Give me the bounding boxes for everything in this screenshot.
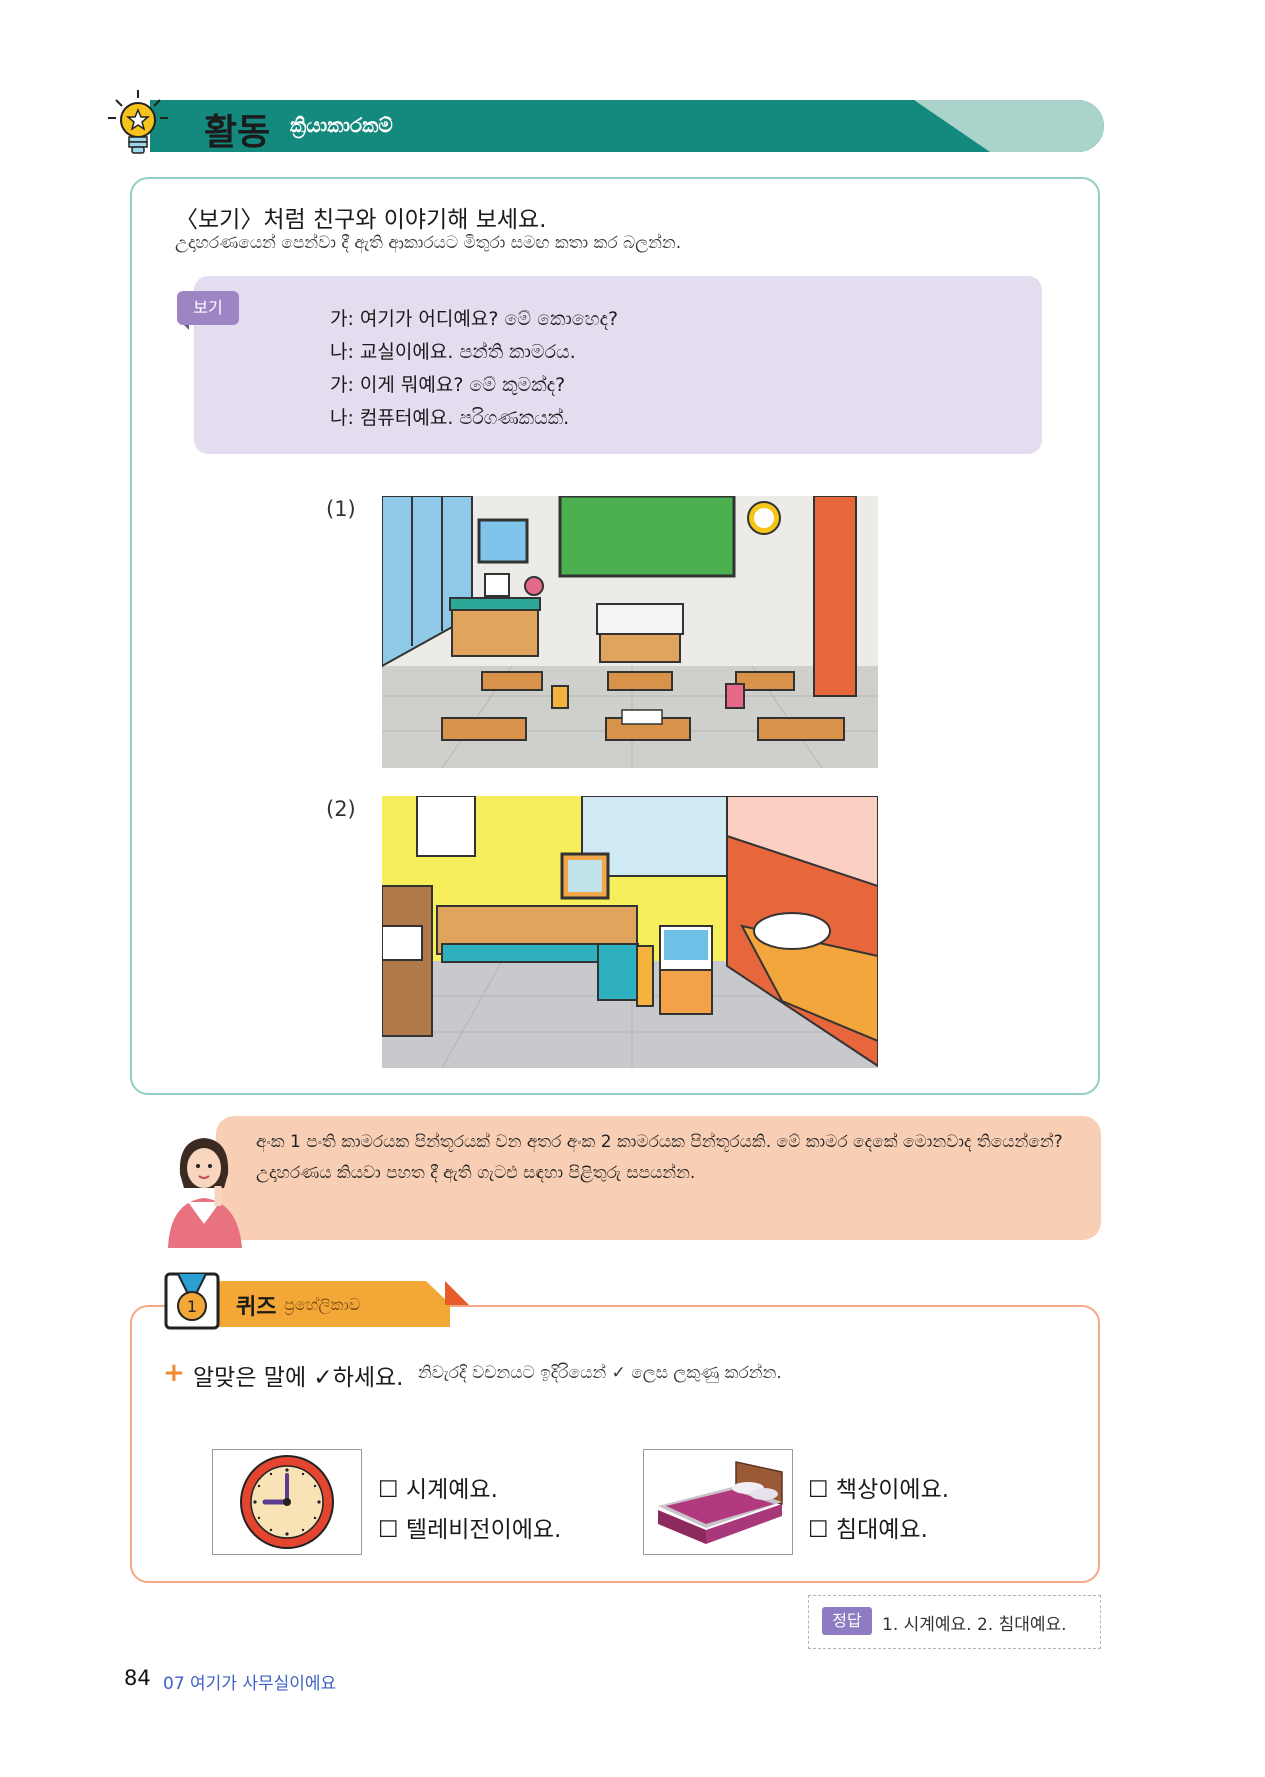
activity-title-translation: ක්‍රියාකාරකම් (290, 113, 393, 137)
activity-instruction: 〈보기〉처럼 친구와 이야기해 보세요. (175, 207, 547, 233)
quiz-image-clock (212, 1449, 362, 1555)
activity-title: 활동 (204, 112, 271, 153)
bed-icon (658, 1461, 783, 1544)
teacher-avatar (168, 1138, 242, 1248)
quiz-option-desk[interactable]: ☐ 책상이에요. (808, 1470, 949, 1504)
example-line: 나: 교실이에요. පන්ති කාමරය. (330, 341, 576, 363)
example-badge: 보기 (177, 291, 239, 325)
medal-icon: 1 (164, 1272, 220, 1330)
chapter-title: 07 여기가 사무실이에요 (163, 1674, 337, 1694)
lightbulb-icon (108, 90, 168, 154)
quiz-title-translation: ප්‍රහේලිකාව (284, 1295, 361, 1314)
plus-icon: + (163, 1358, 185, 1388)
example-line: 가: 여기가 어디예요? මේ කොහෙද? (330, 308, 619, 330)
page-number: 84 (124, 1666, 151, 1690)
example-line: 가: 이게 뭐예요? මේ කුමක්ද? (330, 374, 566, 396)
clock-icon (240, 1455, 334, 1549)
quiz-option-clock[interactable]: ☐ 시계예요. (378, 1470, 498, 1504)
quiz-instruction-translation: නිවැරදි වචනයට ඉදිරියෙන් ✓ ලෙස ලකුණු කරන්… (418, 1363, 782, 1383)
quiz-image-bed (643, 1449, 793, 1555)
bedroom-illustration (382, 796, 878, 1068)
picture-1-label: (1) (326, 497, 356, 521)
teacher-note-text: අංක 1 පංති කාමරයක පින්තූරයක් වන අතර අංක … (256, 1132, 1063, 1183)
answer-badge: 정답 (822, 1607, 872, 1635)
medal-number: 1 (187, 1297, 197, 1316)
quiz-tab-fold (445, 1281, 469, 1305)
activity-instruction-translation: උදාහරණයෙන් පෙන්වා දී ඇති ආකාරයට මිතුරා ස… (175, 233, 682, 253)
answer-text: 1. 시계예요. 2. 침대예요. (882, 1615, 1067, 1635)
quiz-option-television[interactable]: ☐ 텔레비전이에요. (378, 1510, 561, 1544)
example-box (194, 276, 1042, 454)
quiz-option-bed[interactable]: ☐ 침대예요. (808, 1510, 928, 1544)
picture-2-label: (2) (326, 797, 356, 821)
quiz-instruction: 알맞은 말에 ✓하세요. (193, 1365, 404, 1391)
example-line: 나: 컴퓨터예요. පරිගණකයක්. (330, 407, 570, 429)
classroom-illustration (382, 496, 878, 768)
quiz-title: 퀴즈 (236, 1295, 277, 1320)
